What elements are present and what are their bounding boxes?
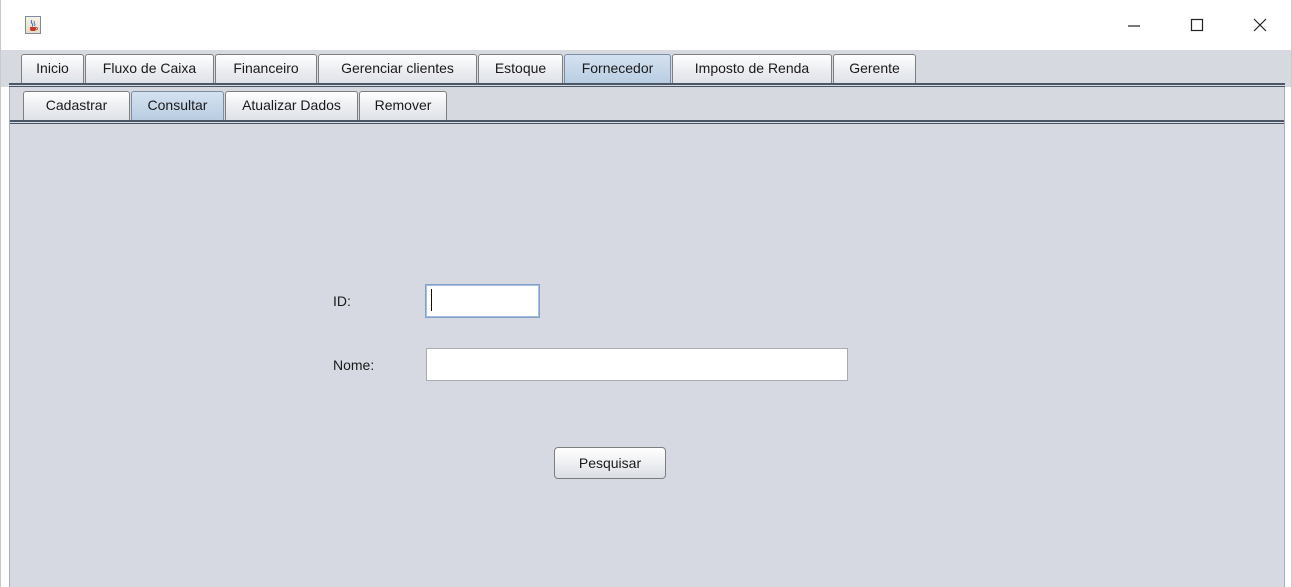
tab-gerenciar-clientes[interactable]: Gerenciar clientes: [318, 54, 477, 83]
main-tab-bar: Inicio Fluxo de Caixa Financeiro Gerenci…: [1, 50, 1291, 87]
tab-fornecedor[interactable]: Fornecedor: [564, 54, 671, 83]
tab-imposto-de-renda[interactable]: Imposto de Renda: [672, 54, 832, 83]
minimize-icon: [1128, 25, 1140, 27]
title-bar: [1, 0, 1291, 50]
text-caret: [431, 289, 432, 311]
tab-inicio[interactable]: Inicio: [21, 54, 84, 83]
minimize-button[interactable]: [1111, 10, 1157, 40]
application-window: Inicio Fluxo de Caixa Financeiro Gerenci…: [0, 0, 1292, 587]
sub-tab-bar: Cadastrar Consultar Atualizar Dados Remo…: [10, 87, 1284, 127]
maximize-icon: [1190, 18, 1204, 32]
tab-atualizar-dados[interactable]: Atualizar Dados: [225, 91, 358, 120]
tab-cadastrar[interactable]: Cadastrar: [23, 91, 130, 120]
tab-fluxo-de-caixa[interactable]: Fluxo de Caixa: [85, 54, 214, 83]
tab-consultar[interactable]: Consultar: [131, 91, 224, 120]
id-field[interactable]: [425, 284, 540, 318]
pesquisar-button[interactable]: Pesquisar: [554, 447, 666, 479]
tab-remover[interactable]: Remover: [359, 91, 447, 120]
close-button[interactable]: [1237, 10, 1283, 40]
java-cup-icon: [25, 16, 41, 34]
nome-label: Nome:: [333, 357, 375, 373]
close-icon: [1253, 18, 1267, 32]
id-label: ID:: [333, 293, 351, 309]
tab-financeiro[interactable]: Financeiro: [215, 54, 317, 83]
tab-gerente[interactable]: Gerente: [833, 54, 916, 83]
fornecedor-panel: Cadastrar Consultar Atualizar Dados Remo…: [9, 87, 1285, 587]
nome-field[interactable]: [426, 348, 848, 381]
maximize-button[interactable]: [1174, 10, 1220, 40]
sub-tab-separator: [10, 120, 1284, 124]
tab-estoque[interactable]: Estoque: [478, 54, 563, 83]
